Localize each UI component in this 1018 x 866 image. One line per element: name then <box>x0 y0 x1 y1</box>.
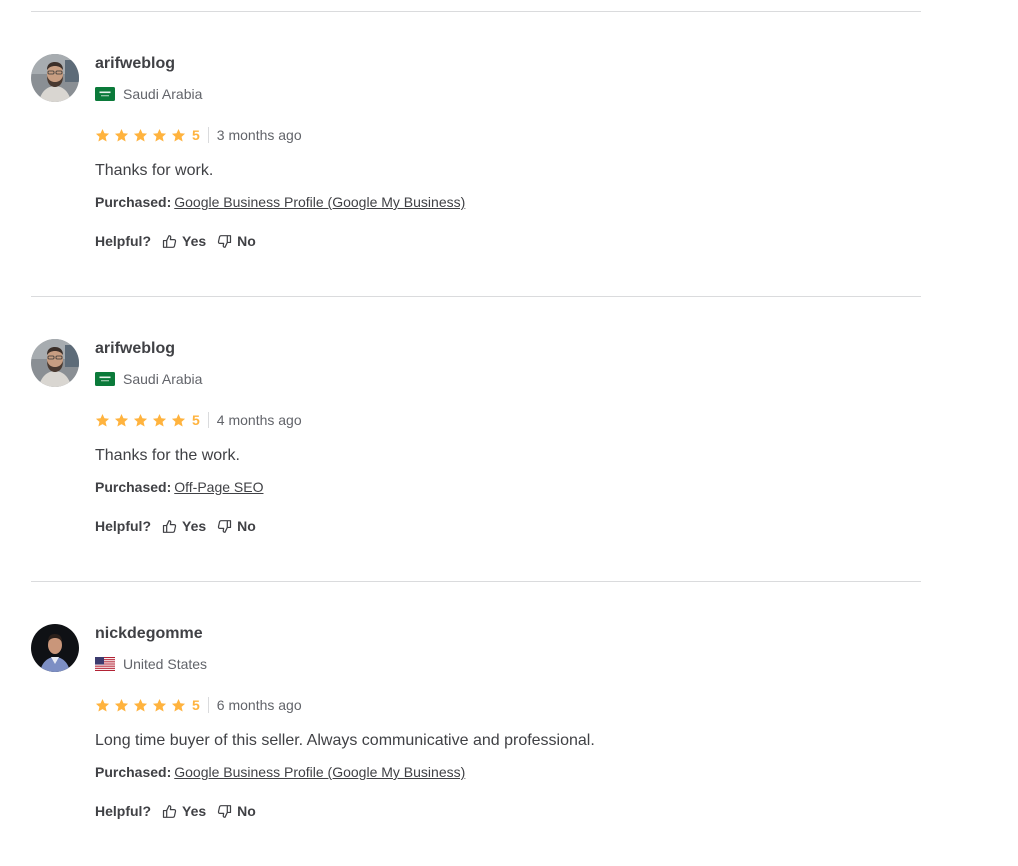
purchased-row: Purchased: Off-Page SEO <box>95 478 921 496</box>
review-body: arifweblog Saudi Arabia <box>95 54 921 251</box>
thumbs-down-icon <box>217 234 232 249</box>
united-states-flag-icon <box>95 657 115 671</box>
review-item: nickdegomme United States 5 6 months ago… <box>31 582 921 866</box>
star-icon <box>133 128 148 143</box>
saudi-arabia-flag-icon <box>95 87 115 101</box>
thumbs-down-icon <box>217 519 232 534</box>
helpful-yes-button[interactable]: Yes <box>162 233 206 249</box>
star-icon <box>95 128 110 143</box>
helpful-row: Helpful? Yes No <box>95 801 921 821</box>
yes-label: Yes <box>182 518 207 534</box>
reviews-list: arifweblog Saudi Arabia 5 3 months ago T… <box>31 0 921 866</box>
reviewer-username[interactable]: arifweblog <box>95 54 921 74</box>
reviewer-country: Saudi Arabia <box>95 369 921 389</box>
review-body: arifweblog Saudi Arabia <box>95 339 921 536</box>
country-name: Saudi Arabia <box>123 371 203 387</box>
reviewer-country: Saudi Arabia <box>95 84 921 104</box>
review-date: 3 months ago <box>216 127 302 143</box>
reviewer-username[interactable]: nickdegomme <box>95 624 921 644</box>
purchased-label: Purchased: <box>95 764 172 780</box>
review-text: Thanks for the work. <box>95 447 240 464</box>
star-icon <box>114 128 129 143</box>
helpful-no-button[interactable]: No <box>217 518 256 534</box>
review-text: Thanks for work. <box>95 162 214 179</box>
review-date: 6 months ago <box>216 697 302 713</box>
thumbs-up-icon <box>162 519 177 534</box>
country-name: Saudi Arabia <box>123 86 203 102</box>
separator <box>207 697 209 713</box>
helpful-no-button[interactable]: No <box>217 803 256 819</box>
purchased-label: Purchased: <box>95 194 172 210</box>
star-icon <box>95 413 110 428</box>
review-date: 4 months ago <box>216 412 302 428</box>
helpful-yes-button[interactable]: Yes <box>162 803 206 819</box>
helpful-row: Helpful? Yes No <box>95 231 921 251</box>
review-body: nickdegomme United States 5 6 months ago… <box>95 624 921 821</box>
saudi-arabia-flag-icon <box>95 372 115 386</box>
separator <box>207 412 209 428</box>
no-label: No <box>237 803 256 819</box>
rating-score: 5 <box>192 127 200 143</box>
star-icon <box>171 128 186 143</box>
yes-label: Yes <box>182 233 207 249</box>
helpful-no-button[interactable]: No <box>217 233 256 249</box>
rating-row: 5 6 months ago <box>95 695 921 715</box>
helpful-label: Helpful? <box>95 518 151 534</box>
rating-score: 5 <box>192 412 200 428</box>
reviewer-country: United States <box>95 654 921 674</box>
purchased-gig-link[interactable]: Google Business Profile (Google My Busin… <box>174 194 465 210</box>
star-icon <box>152 698 167 713</box>
purchased-row: Purchased: Google Business Profile (Googl… <box>95 193 921 211</box>
avatar[interactable] <box>31 624 79 672</box>
rating-score: 5 <box>192 697 200 713</box>
star-icon <box>152 128 167 143</box>
avatar[interactable] <box>31 339 79 387</box>
country-name: United States <box>123 656 208 672</box>
star-icon <box>95 698 110 713</box>
star-icon <box>152 413 167 428</box>
helpful-label: Helpful? <box>95 803 151 819</box>
helpful-yes-button[interactable]: Yes <box>162 518 206 534</box>
thumbs-down-icon <box>217 804 232 819</box>
purchased-row: Purchased: Google Business Profile (Googl… <box>95 763 921 781</box>
star-icon <box>114 698 129 713</box>
star-icon <box>133 413 148 428</box>
purchased-gig-link[interactable]: Off-Page SEO <box>174 479 263 495</box>
helpful-row: Helpful? Yes No <box>95 516 921 536</box>
separator <box>207 127 209 143</box>
no-label: No <box>237 518 256 534</box>
helpful-label: Helpful? <box>95 233 151 249</box>
review-item: arifweblog Saudi Arabia <box>31 12 921 296</box>
no-label: No <box>237 233 256 249</box>
star-rating <box>95 413 190 428</box>
star-icon <box>171 413 186 428</box>
purchased-gig-link[interactable]: Google Business Profile (Google My Busin… <box>174 764 465 780</box>
reviewer-username[interactable]: arifweblog <box>95 339 921 359</box>
star-icon <box>171 698 186 713</box>
thumbs-up-icon <box>162 804 177 819</box>
star-rating <box>95 128 190 143</box>
purchased-label: Purchased: <box>95 479 172 495</box>
review-item: arifweblog Saudi Arabia <box>31 297 921 581</box>
yes-label: Yes <box>182 803 207 819</box>
thumbs-up-icon <box>162 234 177 249</box>
star-rating <box>95 698 190 713</box>
avatar[interactable] <box>31 54 79 102</box>
review-text: Long time buyer of this seller. Always c… <box>95 732 595 749</box>
star-icon <box>133 698 148 713</box>
rating-row: 5 4 months ago <box>95 410 921 430</box>
rating-row: 5 3 months ago <box>95 125 921 145</box>
star-icon <box>114 413 129 428</box>
